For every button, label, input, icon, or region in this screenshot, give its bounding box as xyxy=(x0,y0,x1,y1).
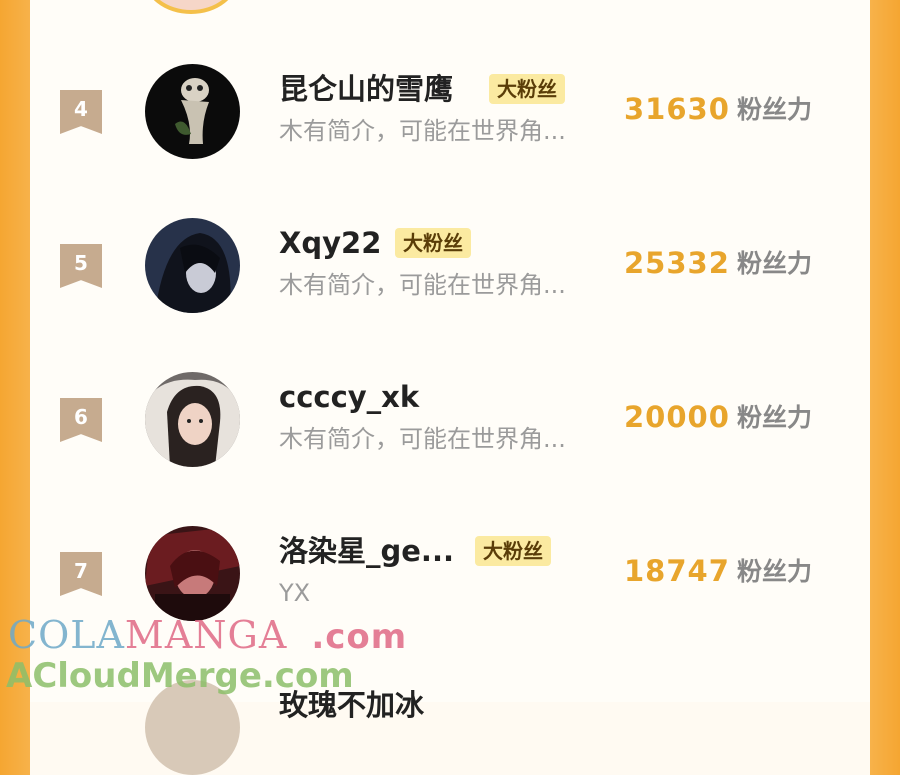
avatar[interactable] xyxy=(145,64,240,159)
user-bio: 木有简介，可能在世界角... xyxy=(279,117,566,145)
user-bio: YX xyxy=(279,579,311,607)
fan-level-badge: 大粉丝 xyxy=(395,228,471,258)
fan-power-score: 18747 xyxy=(624,554,730,588)
rank-ribbon-icon: 4 xyxy=(60,90,102,134)
fan-power-score: 31630 xyxy=(624,92,730,126)
fan-power-unit: 粉丝力 xyxy=(737,95,813,124)
ranking-row[interactable]: 6 ccccy_xk 木有简介，可能在世界角... 20000 粉丝力 xyxy=(0,372,900,472)
user-bio: 木有简介，可能在世界角... xyxy=(279,425,566,453)
rank-ribbon-icon: 7 xyxy=(60,552,102,596)
fan-power-unit: 粉丝力 xyxy=(737,557,813,586)
fan-power-score: 25332 xyxy=(624,246,730,280)
rank-ribbon-icon: 5 xyxy=(60,244,102,288)
watermark-acloudmerge: ACloudMerge.com xyxy=(6,656,354,696)
fan-power-score: 20000 xyxy=(624,400,730,434)
rank-ribbon-icon: 6 xyxy=(60,398,102,442)
fan-level-badge: 大粉丝 xyxy=(489,74,565,104)
fan-power-unit: 粉丝力 xyxy=(737,403,813,432)
user-name[interactable]: Xqy22 xyxy=(279,226,381,260)
avatar[interactable] xyxy=(145,372,240,467)
user-bio: 木有简介，可能在世界角... xyxy=(279,271,566,299)
ranking-row[interactable]: 7 洛染星_ge... 大粉丝 YX 18747 粉丝力 xyxy=(0,526,900,626)
watermark-colamanga: COLAMANGA .com xyxy=(8,613,408,657)
user-name[interactable]: ccccy_xk xyxy=(279,380,419,414)
avatar[interactable] xyxy=(145,526,240,621)
ranking-row[interactable]: 4 昆仑山的雪鹰 大粉丝 木有简介，可能在世界角... 31630 粉丝力 xyxy=(0,64,900,164)
user-name[interactable]: 昆仑山的雪鹰 xyxy=(279,72,453,106)
fan-level-badge: 大粉丝 xyxy=(475,536,551,566)
avatar[interactable] xyxy=(145,218,240,313)
fan-power-unit: 粉丝力 xyxy=(737,249,813,278)
ranking-row[interactable]: 5 Xqy22 大粉丝 木有简介，可能在世界角... 25332 粉丝力 xyxy=(0,218,900,318)
user-name[interactable]: 洛染星_ge... xyxy=(279,534,454,568)
